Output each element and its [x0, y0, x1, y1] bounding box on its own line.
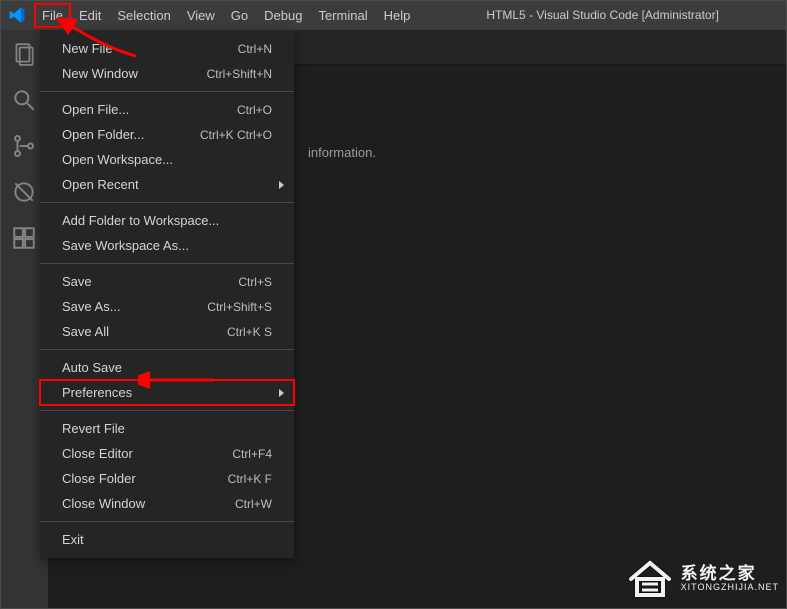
- menu-separator: [40, 263, 294, 264]
- menu-terminal[interactable]: Terminal: [310, 3, 375, 28]
- menu-separator: [40, 202, 294, 203]
- menu-open-file[interactable]: Open File...Ctrl+O: [40, 97, 294, 122]
- watermark-house-icon: [627, 559, 673, 599]
- menu-add-folder-to-workspace[interactable]: Add Folder to Workspace...: [40, 208, 294, 233]
- watermark-title: 系统之家: [681, 565, 779, 583]
- vs-code-logo-icon: [8, 6, 26, 24]
- menu-preferences[interactable]: Preferences: [40, 380, 294, 405]
- menu-close-window[interactable]: Close WindowCtrl+W: [40, 491, 294, 516]
- menu-separator: [40, 521, 294, 522]
- menu-debug[interactable]: Debug: [256, 3, 310, 28]
- menu-open-workspace[interactable]: Open Workspace...: [40, 147, 294, 172]
- menu-selection[interactable]: Selection: [109, 3, 178, 28]
- file-menu-dropdown: New FileCtrl+N New WindowCtrl+Shift+N Op…: [40, 30, 294, 558]
- menu-save[interactable]: SaveCtrl+S: [40, 269, 294, 294]
- menu-save-as[interactable]: Save As...Ctrl+Shift+S: [40, 294, 294, 319]
- menu-close-editor[interactable]: Close EditorCtrl+F4: [40, 441, 294, 466]
- menu-edit[interactable]: Edit: [71, 3, 109, 28]
- menu-file[interactable]: File: [34, 3, 71, 28]
- extensions-icon[interactable]: [10, 224, 38, 252]
- debug-icon[interactable]: [10, 178, 38, 206]
- menu-separator: [40, 410, 294, 411]
- menu-open-recent[interactable]: Open Recent: [40, 172, 294, 197]
- window-title: HTML5 - Visual Studio Code [Administrato…: [418, 8, 787, 22]
- menu-bar: File Edit Selection View Go Debug Termin…: [34, 3, 418, 28]
- menu-help[interactable]: Help: [376, 3, 419, 28]
- menu-close-folder[interactable]: Close FolderCtrl+K F: [40, 466, 294, 491]
- menu-save-workspace-as[interactable]: Save Workspace As...: [40, 233, 294, 258]
- watermark: 系统之家 XITONGZHIJIA.NET: [627, 559, 779, 599]
- menu-separator: [40, 91, 294, 92]
- menu-revert-file[interactable]: Revert File: [40, 416, 294, 441]
- search-icon[interactable]: [10, 86, 38, 114]
- menu-view[interactable]: View: [179, 3, 223, 28]
- menu-open-folder[interactable]: Open Folder...Ctrl+K Ctrl+O: [40, 122, 294, 147]
- menu-new-window[interactable]: New WindowCtrl+Shift+N: [40, 61, 294, 86]
- menu-separator: [40, 349, 294, 350]
- menu-go[interactable]: Go: [223, 3, 256, 28]
- menu-auto-save[interactable]: Auto Save: [40, 355, 294, 380]
- source-control-icon[interactable]: [10, 132, 38, 160]
- menu-new-file[interactable]: New FileCtrl+N: [40, 36, 294, 61]
- watermark-url: XITONGZHIJIA.NET: [681, 583, 779, 592]
- menu-exit[interactable]: Exit: [40, 527, 294, 552]
- title-bar: File Edit Selection View Go Debug Termin…: [0, 0, 787, 30]
- menu-save-all[interactable]: Save AllCtrl+K S: [40, 319, 294, 344]
- explorer-icon[interactable]: [10, 40, 38, 68]
